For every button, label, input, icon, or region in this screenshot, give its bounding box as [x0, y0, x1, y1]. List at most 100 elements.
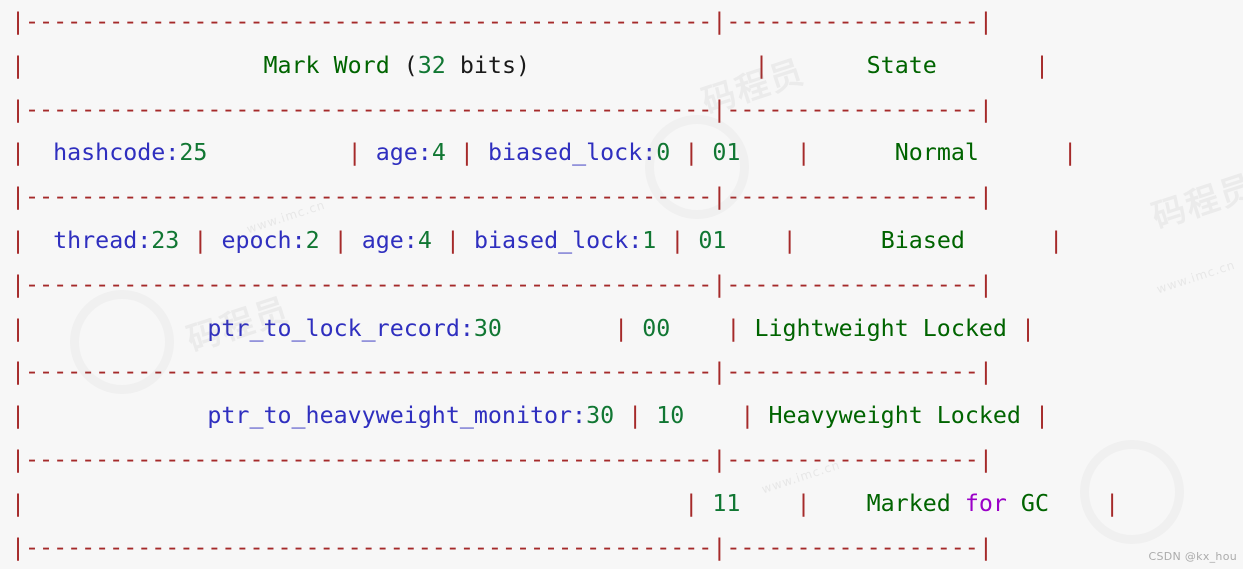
- field-label-biased-lock: biased_lock:: [487, 139, 657, 167]
- border-pipe: |: [978, 270, 993, 298]
- border-pipe: |: [11, 314, 26, 342]
- rule-left: ----------------------------------------…: [25, 183, 713, 211]
- field-label-age: age:: [375, 139, 432, 167]
- border-pipe: |: [796, 489, 811, 517]
- pad: [698, 139, 712, 166]
- rule-right: ------------------: [726, 95, 979, 123]
- pad: [25, 52, 263, 79]
- rule-left: ----------------------------------------…: [25, 8, 713, 35]
- border-pipe: |: [11, 402, 26, 430]
- border-pipe: |: [1020, 314, 1035, 342]
- pad: [530, 52, 754, 79]
- border-pipe: |: [614, 314, 629, 342]
- field-value-biased-lock: 1: [642, 226, 657, 254]
- border-pipe: |: [333, 226, 348, 254]
- border-pipe: |: [726, 314, 741, 342]
- border-pipe: |: [11, 533, 26, 561]
- header-markword-label: Mark Word: [263, 51, 390, 79]
- state-biased: Biased: [880, 226, 965, 254]
- field-value-epoch: 2: [305, 226, 320, 254]
- border-pipe: |: [1049, 226, 1064, 254]
- border-pipe: |: [782, 226, 797, 254]
- rule-row-5: | ---------------------------------------…: [0, 438, 1243, 482]
- rule-left: ----------------------------------------…: [25, 270, 713, 298]
- pad: [362, 139, 376, 166]
- state-marked: Marked: [866, 489, 951, 517]
- tag-bits-biased: 01: [698, 226, 727, 254]
- border-pipe: |: [1034, 51, 1050, 79]
- border-pipe: |: [1105, 489, 1120, 517]
- field-value-ptr-to-lock-record: 30: [473, 314, 502, 342]
- header-bits-word: bits: [445, 51, 516, 79]
- pad: [726, 227, 782, 254]
- pad: [446, 139, 460, 166]
- border-pipe: |: [712, 270, 727, 298]
- rule-right: ------------------: [726, 358, 979, 386]
- border-pipe: |: [193, 226, 208, 254]
- border-pipe: |: [11, 95, 26, 123]
- table-row-heavyweight-locked: | ptr_to_heavyweight_monitor:30 | 10 | H…: [0, 394, 1243, 438]
- pad: [670, 315, 726, 342]
- tag-bits-lightweight: 00: [642, 314, 671, 342]
- pad: [1007, 490, 1021, 517]
- border-pipe: |: [11, 270, 26, 298]
- pad: [25, 139, 53, 166]
- rule-right: ------------------: [726, 8, 979, 35]
- pad: [25, 402, 207, 429]
- rule-row-2: | ---------------------------------------…: [0, 175, 1243, 219]
- border-pipe: |: [11, 139, 26, 167]
- border-pipe: |: [740, 402, 755, 430]
- rule-left: ----------------------------------------…: [25, 445, 713, 473]
- state-lightweight-locked: Lightweight Locked: [754, 314, 1007, 342]
- border-pipe: |: [670, 226, 685, 254]
- rule-left: ----------------------------------------…: [25, 358, 713, 386]
- border-pipe: |: [754, 51, 769, 79]
- border-pipe: |: [978, 183, 993, 211]
- field-value-age: 4: [431, 139, 446, 167]
- pad: [811, 490, 867, 517]
- border-pipe: |: [1034, 402, 1049, 430]
- pad: [684, 227, 698, 254]
- rule-row-4: |---------------------------------------…: [0, 350, 1243, 394]
- state-normal: Normal: [894, 139, 979, 167]
- pad: [698, 490, 712, 517]
- header-paren-open: (: [403, 51, 418, 79]
- border-pipe: |: [978, 95, 993, 123]
- pad: [740, 490, 796, 517]
- table-row-normal: | hashcode:25 | age:4 | biased_lock:0 | …: [0, 131, 1243, 175]
- pad: [628, 315, 642, 342]
- rule-right: ------------------: [726, 533, 979, 561]
- pad: [390, 52, 404, 79]
- pad: [348, 227, 362, 254]
- pad: [207, 227, 221, 254]
- pad: [432, 227, 446, 254]
- border-pipe: |: [459, 139, 474, 167]
- pad: [740, 315, 754, 342]
- border-pipe: |: [684, 489, 699, 517]
- table-row-lightweight-locked: | ptr_to_lock_record:30 | 00 | Lightweig…: [0, 307, 1243, 351]
- pad: [979, 139, 1063, 166]
- pad: [207, 139, 347, 166]
- border-pipe: |: [978, 445, 993, 473]
- border-pipe: |: [712, 358, 727, 386]
- border-pipe: |: [11, 489, 26, 517]
- border-pipe: |: [11, 8, 26, 35]
- border-pipe: |: [796, 139, 811, 167]
- state-keyword-for: for: [964, 489, 1007, 517]
- border-pipe: |: [11, 226, 26, 254]
- pad: [768, 52, 866, 79]
- field-label-epoch: epoch:: [221, 226, 306, 254]
- field-label-biased-lock: biased_lock:: [473, 226, 643, 254]
- field-label-thread: thread:: [53, 226, 152, 254]
- rule-right: ------------------: [726, 270, 979, 298]
- rule-left: ----------------------------------------…: [25, 95, 713, 123]
- tag-bits-marked-for-gc: 11: [712, 489, 741, 517]
- rule-row-bottom: |---------------------------------------…: [0, 526, 1243, 569]
- border-pipe: |: [347, 139, 362, 167]
- border-pipe: |: [628, 402, 643, 430]
- pad: [1049, 490, 1105, 517]
- header-paren-close: ): [515, 51, 531, 79]
- field-value-age: 4: [417, 226, 432, 254]
- field-label-ptr-to-heavyweight-monitor: ptr_to_heavyweight_monitor:: [207, 402, 587, 430]
- pad: [754, 402, 768, 429]
